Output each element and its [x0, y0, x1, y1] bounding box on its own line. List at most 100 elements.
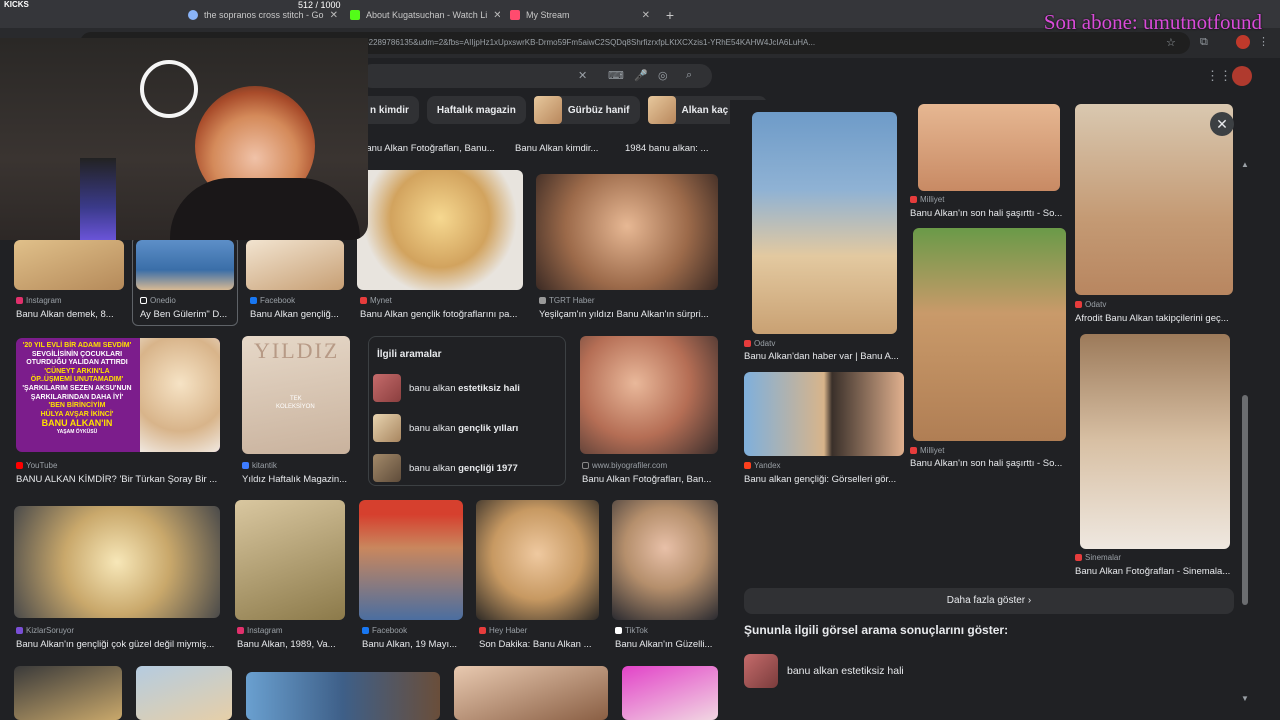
image-caption[interactable]: Ay Ben Gülerim" D... — [140, 309, 232, 320]
menu-icon[interactable]: ⋮ — [1258, 35, 1269, 48]
image-result[interactable] — [246, 672, 440, 720]
magazine-text: KOLEKSİYON — [276, 404, 315, 410]
google-icon — [188, 10, 198, 20]
image-result[interactable] — [622, 666, 718, 720]
new-tab-button[interactable]: + — [660, 4, 680, 26]
related-heading: Şununla ilgili görsel arama sonuçlarını … — [744, 623, 1009, 637]
search-icon[interactable]: ⌕ — [686, 69, 692, 82]
image-caption[interactable]: Banu Alkan demek, 8... — [16, 309, 126, 320]
image-caption[interactable]: Banu Alkan Fotoğrafları, Banu... — [360, 143, 505, 154]
image-caption[interactable]: Banu Alkan'ın son hali şaşırttı - So... — [910, 208, 1065, 219]
apps-icon[interactable]: ⋮⋮ — [1206, 68, 1232, 84]
image-caption[interactable]: Yeşilçam'ın yıldızı Banu Alkan'ın sürpri… — [539, 309, 719, 320]
image-result[interactable] — [136, 666, 232, 720]
image-caption[interactable]: Banu alkan gençliği: Görselleri gör... — [744, 474, 904, 485]
image-caption[interactable]: Banu Alkan gençliğ... — [250, 309, 344, 320]
tab-label: About Kugatsuchan - Watch Li — [366, 10, 488, 20]
related-search-item[interactable]: banu alkan gençliği 1977 — [373, 453, 561, 483]
image-caption[interactable]: Banu Alkan, 1989, Va... — [237, 639, 347, 650]
panel-image[interactable] — [752, 112, 897, 334]
image-result[interactable]: '20 YIL EVLİ BİR ADAMI SEVDİM' SEVGİLİSİN… — [16, 338, 220, 452]
scroll-up-icon[interactable]: ▲ — [1241, 160, 1249, 169]
close-panel-button[interactable]: ✕ — [1210, 112, 1234, 136]
show-more-button[interactable]: Daha fazla göster › — [744, 588, 1234, 614]
chip[interactable]: Gürbüz hanif — [533, 96, 640, 124]
image-caption[interactable]: Banu Alkan Fotoğrafları - Sinemala... — [1075, 566, 1235, 577]
panel-image[interactable] — [1075, 104, 1233, 295]
image-result[interactable] — [14, 240, 124, 290]
browser-tab[interactable]: About Kugatsuchan - Watch Li ✕ — [342, 4, 500, 26]
close-tab-icon[interactable]: ✕ — [493, 10, 500, 21]
magazine-text: TEK — [290, 396, 302, 402]
image-source: Milliyet — [910, 195, 944, 204]
odatv-icon — [1075, 301, 1082, 308]
related-search-item[interactable]: banu alkan estetiksiz hali — [373, 373, 561, 403]
chip[interactable]: n kimdir — [360, 96, 419, 124]
image-source: Hey Haber — [479, 626, 527, 635]
image-caption[interactable]: Banu Alkan'dan haber var | Banu A... — [744, 351, 899, 362]
related-search-item[interactable]: banu alkan gençlik yılları — [373, 413, 561, 443]
image-caption[interactable]: Banu Alkan'ın Güzelli... — [615, 639, 719, 650]
close-tab-icon[interactable]: ✕ — [330, 10, 338, 21]
related-thumbnail — [373, 374, 401, 402]
image-source: Odatv — [1075, 300, 1106, 309]
image-source: Odatv — [744, 339, 775, 348]
related-label: banu alkan gençlik yılları — [409, 422, 519, 434]
image-result[interactable] — [536, 174, 718, 290]
extensions-icon[interactable]: ⧉ — [1200, 36, 1208, 49]
magazine-text: '20 YIL EVLİ BİR ADAMI SEVDİM' SEVGİLİSİN… — [22, 342, 132, 435]
image-result[interactable] — [359, 500, 463, 620]
image-caption[interactable]: 1984 banu alkan: ... — [625, 143, 720, 154]
image-caption[interactable]: Banu Alkan gençlik fotoğraflarını pa... — [360, 309, 525, 320]
image-caption[interactable]: Banu Alkan'ın son hali şaşırttı - So... — [910, 458, 1065, 469]
image-result[interactable] — [14, 506, 220, 618]
image-result[interactable]: YILDIZ TEK KOLEKSİYON — [242, 336, 350, 454]
image-caption[interactable]: BANU ALKAN KİMDİR? 'Bir Türkan Şoray Bir… — [16, 474, 226, 485]
scroll-down-icon[interactable]: ▼ — [1241, 694, 1249, 703]
related-query-link[interactable]: banu alkan estetiksiz hali — [787, 665, 904, 677]
image-source: Onedio — [140, 296, 176, 305]
image-caption[interactable]: Banu Alkan, 19 Mayı... — [362, 639, 466, 650]
image-caption[interactable]: Son Dakika: Banu Alkan ... — [479, 639, 601, 650]
image-source: www.biyografiler.com — [582, 461, 667, 470]
image-caption[interactable]: Banu Alkan Fotoğrafları, Ban... — [582, 474, 718, 485]
panel-image[interactable] — [1080, 334, 1230, 549]
milliyet-icon — [910, 196, 917, 203]
close-tab-icon[interactable]: ✕ — [642, 10, 650, 21]
kick-icon — [350, 10, 360, 20]
image-source: Yandex — [744, 461, 781, 470]
related-thumbnail[interactable] — [744, 654, 778, 688]
search-input[interactable]: ✕ ⌨ 🎤 ◎ ⌕ — [360, 64, 712, 88]
image-caption[interactable]: Afrodit Banu Alkan takipçilerini geç... — [1075, 313, 1235, 324]
star-icon[interactable]: ☆ — [1166, 36, 1176, 49]
panel-image[interactable] — [744, 372, 904, 456]
heyhaber-icon — [479, 627, 486, 634]
lens-icon[interactable]: ◎ — [658, 69, 668, 82]
panel-image[interactable] — [913, 228, 1066, 441]
mic-icon[interactable]: 🎤 — [634, 69, 648, 82]
avatar[interactable] — [1236, 35, 1250, 49]
image-caption[interactable]: Banu Alkan kimdir... — [515, 143, 615, 154]
clear-icon[interactable]: ✕ — [578, 69, 587, 82]
scrollbar-thumb[interactable] — [1242, 395, 1248, 605]
image-result[interactable] — [357, 170, 523, 290]
image-result[interactable] — [476, 500, 599, 620]
image-caption[interactable]: Banu Alkan'ın gençliği çok güzel değil m… — [16, 639, 222, 650]
account-avatar[interactable] — [1232, 66, 1252, 86]
chip[interactable]: Haftalık magazin — [426, 96, 526, 124]
yandex-icon — [744, 462, 751, 469]
image-result[interactable] — [246, 240, 344, 290]
browser-tab[interactable]: My Stream ✕ — [502, 4, 658, 26]
streamer-shoulders — [170, 178, 360, 240]
image-result[interactable] — [612, 500, 718, 620]
image-result[interactable] — [14, 666, 122, 720]
image-result[interactable] — [235, 500, 345, 620]
tiktok-icon — [615, 627, 622, 634]
instagram-icon — [237, 627, 244, 634]
image-result[interactable] — [580, 336, 718, 454]
keyboard-icon[interactable]: ⌨ — [608, 69, 624, 82]
panel-image[interactable] — [918, 104, 1060, 191]
image-result[interactable] — [454, 666, 608, 720]
facebook-icon — [250, 297, 257, 304]
image-caption[interactable]: Yıldız Haftalık Magazin... — [242, 474, 352, 485]
